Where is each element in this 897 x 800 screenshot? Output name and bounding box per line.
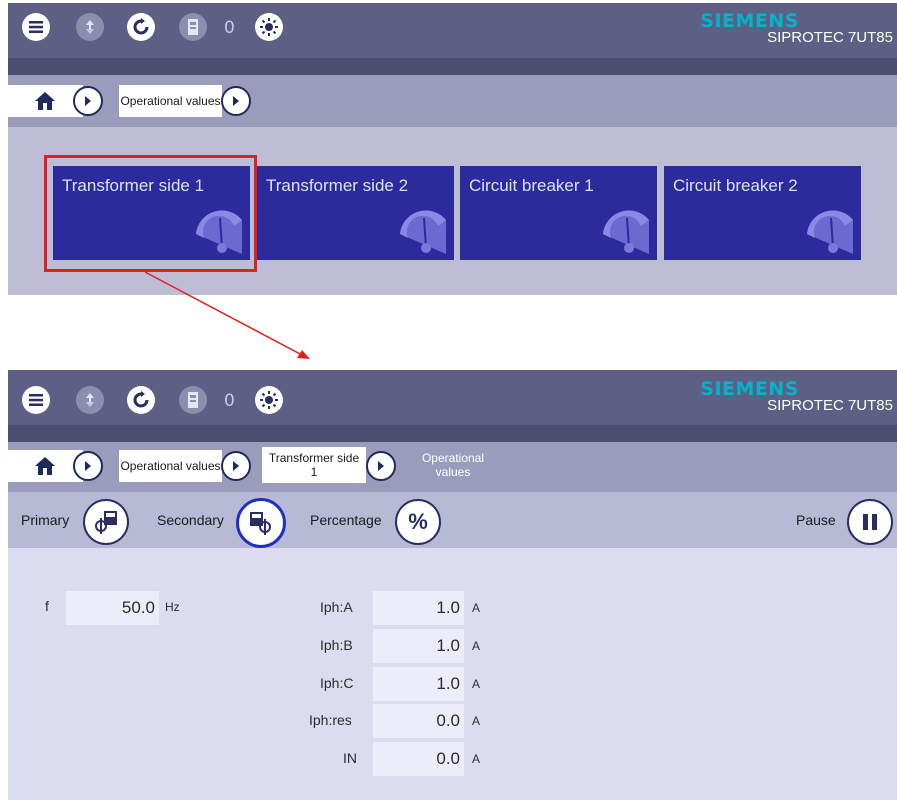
chevron-right-icon bbox=[85, 461, 91, 471]
current-unit: A bbox=[472, 677, 481, 691]
current-label: Iph:res bbox=[309, 712, 352, 728]
home-tab[interactable] bbox=[8, 450, 83, 482]
current-value: 1.0 bbox=[436, 598, 460, 617]
current-value-box: 0.0 bbox=[373, 742, 464, 776]
secondary-label: Secondary bbox=[157, 512, 224, 528]
percentage-label: Percentage bbox=[310, 512, 382, 528]
breadcrumb-next-button[interactable] bbox=[221, 451, 251, 481]
current-label: Iph:C bbox=[320, 675, 354, 691]
chevron-right-icon bbox=[233, 461, 239, 471]
secondary-button[interactable] bbox=[236, 498, 286, 548]
breadcrumb-label-line2: 1 bbox=[310, 465, 318, 479]
current-value: 1.0 bbox=[436, 674, 460, 693]
secondary-values-icon bbox=[250, 512, 271, 535]
current-label: Iph:A bbox=[320, 599, 353, 615]
percent-icon: % bbox=[408, 509, 428, 534]
breadcrumb-next-button[interactable] bbox=[366, 451, 396, 481]
current-value: 0.0 bbox=[436, 711, 460, 730]
current-value-box: 1.0 bbox=[373, 591, 464, 625]
header-divider bbox=[8, 425, 897, 442]
current-label: Iph:B bbox=[320, 637, 353, 653]
unit-toolbar bbox=[8, 492, 897, 548]
device-status-icon[interactable] bbox=[179, 386, 207, 414]
refresh-icon[interactable] bbox=[127, 386, 155, 414]
current-value: 0.0 bbox=[436, 749, 460, 768]
current-unit: A bbox=[472, 752, 481, 766]
current-unit: A bbox=[472, 639, 481, 653]
breadcrumb-transformer-side-1[interactable]: Transformer side 1 bbox=[262, 447, 366, 483]
primary-label: Primary bbox=[21, 512, 70, 528]
frequency-label: f bbox=[45, 598, 49, 614]
current-value-box: 1.0 bbox=[373, 629, 464, 663]
primary-values-icon bbox=[95, 511, 117, 534]
led-test-icon[interactable] bbox=[255, 386, 283, 414]
pause-icon bbox=[863, 514, 877, 530]
current-value-box: 0.0 bbox=[373, 704, 464, 738]
current-unit: A bbox=[472, 714, 481, 728]
current-label: IN bbox=[343, 750, 357, 766]
home-icon[interactable] bbox=[34, 456, 56, 476]
frequency-unit: Hz bbox=[165, 600, 180, 614]
message-count: 0 bbox=[224, 391, 235, 411]
percentage-button[interactable]: % bbox=[395, 499, 441, 545]
chevron-right-icon bbox=[378, 461, 384, 471]
pause-label: Pause bbox=[796, 512, 836, 528]
frequency-value-box: 50.0 bbox=[66, 591, 159, 625]
breadcrumb-next-button[interactable] bbox=[73, 451, 103, 481]
breadcrumb-current: Operational values bbox=[421, 451, 485, 479]
breadcrumb-operational-values[interactable]: Operational values bbox=[119, 450, 222, 482]
current-value-box: 1.0 bbox=[373, 667, 464, 701]
update-icon[interactable] bbox=[76, 386, 104, 414]
primary-button[interactable] bbox=[83, 499, 129, 545]
frequency-value: 50.0 bbox=[121, 598, 155, 617]
breadcrumb-label-line1: Transformer side bbox=[268, 451, 360, 465]
current-value: 1.0 bbox=[436, 636, 460, 655]
current-unit: A bbox=[472, 601, 481, 615]
device-model: SIPROTEC 7UT85 bbox=[767, 397, 893, 414]
menu-icon[interactable] bbox=[22, 386, 50, 414]
pause-button[interactable] bbox=[847, 499, 893, 545]
